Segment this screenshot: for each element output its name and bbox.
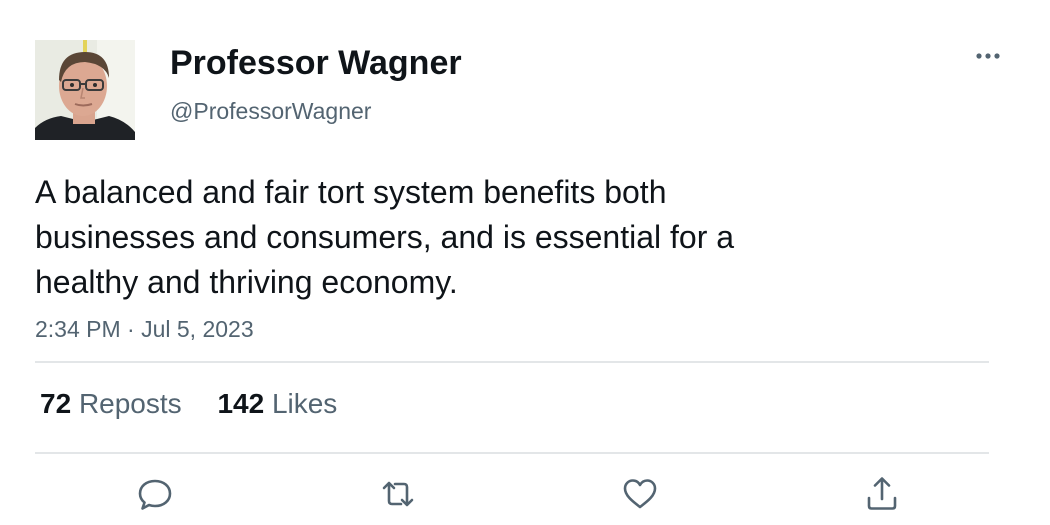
avatar-photo	[35, 40, 135, 140]
reposts-label: Reposts	[78, 388, 182, 419]
divider	[35, 452, 989, 454]
reposts-stat[interactable]: 72 Reposts	[40, 386, 182, 422]
like-icon	[623, 479, 657, 509]
author-display-name[interactable]: Professor Wagner	[170, 42, 462, 84]
reposts-count: 72	[40, 388, 72, 419]
repost-button[interactable]	[378, 474, 418, 514]
tweet-timestamp[interactable]: 2:34 PM · Jul 5, 2023	[35, 314, 254, 344]
tweet-card: Professor Wagner @ProfessorWagner A bala…	[0, 0, 1050, 525]
likes-count: 142	[217, 388, 265, 419]
share-icon	[867, 477, 897, 510]
author-handle[interactable]: @ProfessorWagner	[170, 96, 371, 126]
share-button[interactable]	[862, 474, 902, 514]
likes-stat[interactable]: 142 Likes	[217, 386, 337, 422]
tweet-text: A balanced and fair tort system benefits…	[35, 174, 735, 300]
tweet-stats: 72 Reposts 142 Likes	[40, 386, 365, 422]
more-button[interactable]	[968, 40, 1008, 72]
likes-label: Likes	[271, 388, 338, 419]
repost-icon	[382, 481, 414, 507]
divider	[35, 361, 989, 363]
more-horizontal-icon	[976, 53, 1000, 59]
avatar[interactable]	[35, 40, 135, 140]
reply-button[interactable]	[135, 474, 175, 514]
reply-icon	[138, 479, 172, 510]
like-button[interactable]	[620, 474, 660, 514]
